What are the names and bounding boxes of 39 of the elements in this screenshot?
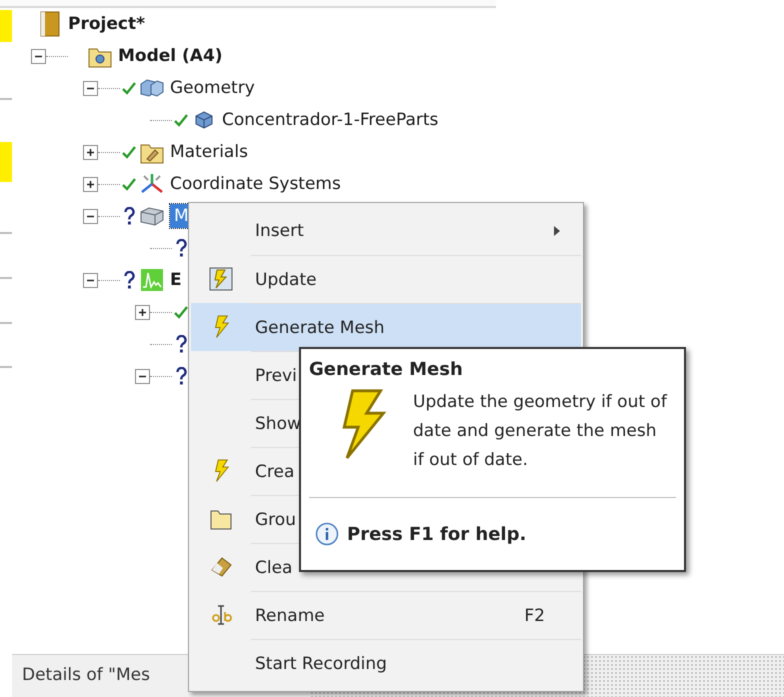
folder-icon <box>210 508 232 530</box>
axes-icon <box>140 172 164 196</box>
collapse-icon[interactable] <box>82 80 98 96</box>
tree-item[interactable]: Concentrador-1-FreeParts <box>222 110 438 130</box>
update-icon <box>209 267 233 291</box>
blocks-icon <box>139 78 165 98</box>
collapse-icon[interactable] <box>134 368 150 384</box>
menu-item[interactable]: Start Recording <box>191 639 581 687</box>
menu-item[interactable]: Rename F2 <box>191 591 581 639</box>
tooltip-title: Generate Mesh <box>309 359 463 380</box>
lightning-icon <box>212 315 230 339</box>
menu-item[interactable]: Generate Mesh <box>191 303 581 351</box>
highlight-strip <box>0 10 12 42</box>
mesh-block-icon <box>139 206 165 226</box>
expand-icon[interactable] <box>82 176 98 192</box>
tooltip-text: Update the geometry if out of date and generate the mesh if out of date. <box>413 391 668 472</box>
tree-item[interactable]: Geometry <box>170 78 255 98</box>
collapse-icon[interactable] <box>82 272 98 288</box>
collapse-icon[interactable] <box>82 208 98 224</box>
tree-item[interactable]: Coordinate Systems <box>170 174 341 194</box>
book-icon <box>40 11 60 37</box>
eraser-icon <box>210 557 232 577</box>
highlight-strip <box>0 142 12 182</box>
menu-item[interactable]: Update <box>191 255 581 303</box>
collapse-icon[interactable] <box>30 48 46 64</box>
info-icon <box>315 522 339 546</box>
chart-icon <box>141 269 163 291</box>
expand-icon[interactable] <box>134 304 150 320</box>
rename-icon <box>210 604 232 626</box>
expand-icon[interactable] <box>82 144 98 160</box>
menu-item[interactable]: Insert <box>191 207 581 255</box>
help-hint: Press F1 for help. <box>347 524 526 544</box>
tree-item[interactable]: Model (A4) <box>118 46 223 66</box>
tree-item[interactable]: Project* <box>68 14 145 34</box>
shortcut-text: F2 <box>524 606 545 626</box>
cube-icon <box>195 111 213 129</box>
lightning-icon <box>212 459 230 483</box>
tree-item[interactable]: Materials <box>170 142 248 162</box>
tree-item[interactable]: E <box>170 270 182 290</box>
